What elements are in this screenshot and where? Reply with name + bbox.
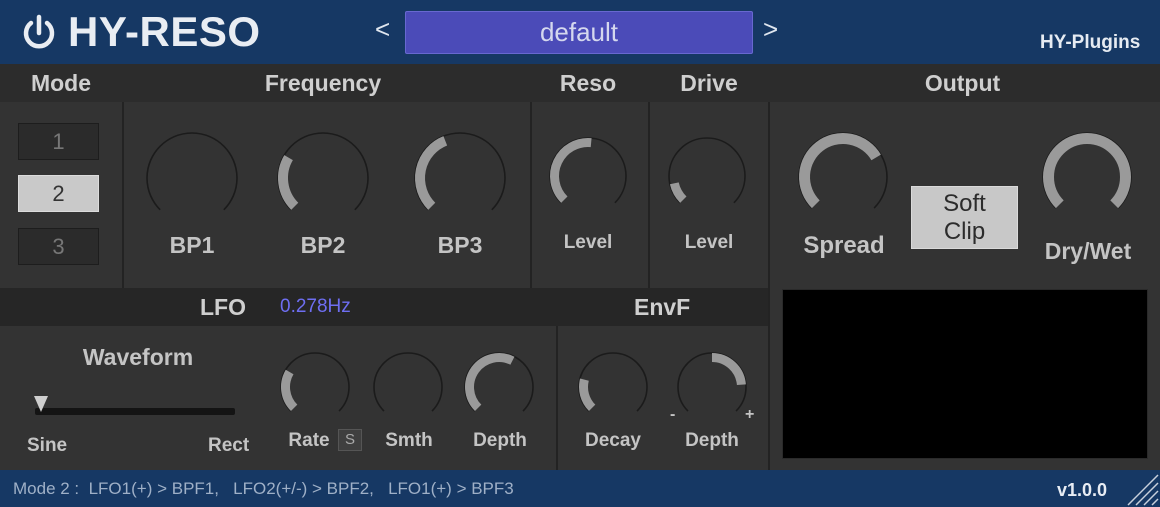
reso-level-label: Level bbox=[563, 232, 613, 253]
section-title-output: Output bbox=[924, 70, 1001, 96]
soft-clip-button[interactable]: Soft Clip bbox=[911, 186, 1018, 249]
brand-label: HY-Plugins bbox=[1040, 32, 1141, 53]
lfo-depth-knob[interactable] bbox=[456, 344, 542, 430]
mode-button-2[interactable]: 2 bbox=[18, 175, 99, 212]
reso-level-knob[interactable] bbox=[541, 129, 635, 223]
next-preset-button[interactable]: > bbox=[763, 14, 778, 45]
mode-button-3[interactable]: 3 bbox=[18, 228, 99, 265]
envf-depth-knob[interactable] bbox=[669, 344, 755, 430]
bp1-label: BP1 bbox=[169, 232, 215, 258]
envf-decay-label: Decay bbox=[585, 430, 641, 451]
knob-track bbox=[677, 352, 747, 412]
app-title: HY-RESO bbox=[68, 8, 261, 55]
knob-value-arc bbox=[278, 155, 299, 210]
bp1-knob[interactable] bbox=[137, 123, 247, 233]
envf-depth-minus-label: - bbox=[670, 406, 676, 423]
status-text: Mode 2 : LFO1(+) > BPF1, LFO2(+/-) > BPF… bbox=[13, 479, 514, 498]
soft-clip-label-line2: Clip bbox=[943, 218, 986, 245]
lfo-title: LFO bbox=[200, 294, 246, 320]
lfo-rate-label: Rate bbox=[288, 430, 330, 451]
knob-value-arc bbox=[799, 132, 881, 209]
waveform-slider-thumb[interactable] bbox=[34, 396, 48, 412]
knob-track bbox=[373, 352, 443, 412]
knob-track bbox=[146, 132, 238, 211]
drive-level-knob[interactable] bbox=[660, 129, 754, 223]
bp2-label: BP2 bbox=[300, 232, 346, 258]
drive-level-label: Level bbox=[684, 232, 734, 253]
spread-knob[interactable] bbox=[788, 122, 898, 232]
soft-clip-label-line1: Soft bbox=[943, 190, 986, 217]
bp3-label: BP3 bbox=[437, 232, 483, 258]
oscilloscope-display bbox=[782, 289, 1148, 459]
waveform-sine-label: Sine bbox=[27, 435, 68, 456]
knob-value-arc bbox=[550, 138, 592, 203]
bp3-knob[interactable] bbox=[405, 123, 515, 233]
knob-value-arc bbox=[669, 182, 687, 203]
lfo-rate-knob[interactable] bbox=[272, 344, 358, 430]
section-title-frequency: Frequency bbox=[264, 70, 382, 96]
version-label: v1.0.0 bbox=[1057, 480, 1108, 500]
spread-label: Spread bbox=[803, 232, 885, 259]
knob-value-arc bbox=[579, 378, 596, 412]
knob-value-arc bbox=[281, 369, 298, 412]
dry-wet-knob[interactable] bbox=[1032, 122, 1142, 232]
preset-selector[interactable]: default bbox=[405, 11, 753, 54]
waveform-label: Waveform bbox=[82, 344, 194, 370]
envf-depth-plus-label: + bbox=[745, 406, 755, 423]
knob-value-arc bbox=[711, 353, 746, 386]
envf-decay-knob[interactable] bbox=[570, 344, 656, 430]
section-title-drive: Drive bbox=[680, 70, 738, 96]
lfo-depth-label: Depth bbox=[473, 430, 527, 451]
section-title-mode: Mode bbox=[30, 70, 92, 96]
power-icon[interactable] bbox=[20, 14, 58, 52]
lfo-sync-button[interactable]: S bbox=[338, 429, 362, 451]
resize-grip-icon[interactable] bbox=[1120, 470, 1160, 507]
waveform-rect-label: Rect bbox=[208, 435, 250, 456]
bp2-knob[interactable] bbox=[268, 123, 378, 233]
dry-wet-label: Dry/Wet bbox=[1044, 238, 1132, 264]
lfo-smooth-knob[interactable] bbox=[365, 344, 451, 430]
knob-value-arc bbox=[465, 353, 515, 412]
prev-preset-button[interactable]: < bbox=[375, 14, 390, 45]
waveform-slider-track[interactable] bbox=[35, 408, 235, 415]
knob-value-arc bbox=[1043, 133, 1131, 209]
lfo-frequency-readout: 0.278Hz bbox=[280, 296, 351, 317]
section-title-reso: Reso bbox=[559, 70, 617, 96]
envf-depth-label: Depth bbox=[685, 430, 739, 451]
lfo-smooth-label: Smth bbox=[385, 430, 433, 451]
envf-title: EnvF bbox=[634, 294, 691, 320]
mode-button-1[interactable]: 1 bbox=[18, 123, 99, 160]
